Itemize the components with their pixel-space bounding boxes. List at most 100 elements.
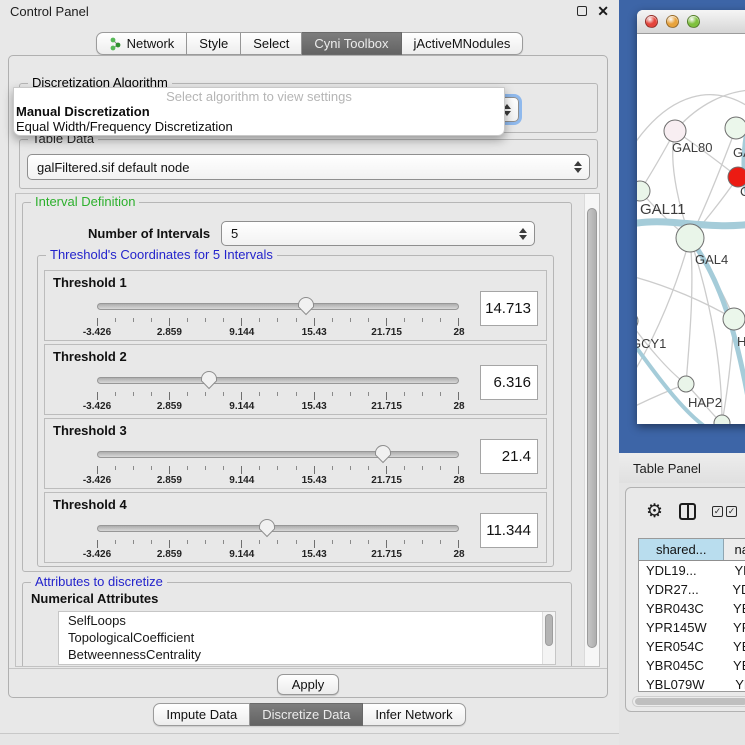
tab-label: jActiveMNodules	[414, 33, 511, 54]
table-row[interactable]: YBR045CYBR0	[639, 656, 745, 675]
tab-infer-network[interactable]: Infer Network	[363, 703, 465, 726]
float-window-icon[interactable]	[577, 6, 587, 16]
threshold-value-field[interactable]: 11.344	[480, 513, 538, 548]
table-row[interactable]: YPR145WYPR1	[639, 618, 745, 637]
network-node-label: HAP2	[688, 395, 722, 410]
cell-shared-name[interactable]: YPR145W	[639, 618, 723, 637]
cell-shared-name[interactable]: YBR043C	[639, 599, 723, 618]
tab-jactivemnodules[interactable]: jActiveMNodules	[402, 32, 524, 55]
cell-name[interactable]: YDR2	[722, 580, 745, 599]
network-node[interactable]	[725, 117, 745, 139]
attribute-list-item[interactable]: TopologicalCoefficient	[59, 629, 555, 646]
slider-thumb[interactable]	[374, 445, 392, 464]
table-hscroll-thumb[interactable]	[635, 698, 745, 705]
column-layout-icon[interactable]	[679, 503, 696, 520]
tick-label: 21.715	[371, 327, 402, 338]
network-edge[interactable]	[637, 423, 722, 424]
minimize-traffic-light-icon[interactable]	[666, 15, 679, 28]
table-row[interactable]: YBR043CYBR0	[639, 599, 745, 618]
table-panel-window: ⚙ ✓ ✓ shared... name YDL19...YDL1YDR27..…	[625, 487, 745, 712]
thresholds-group: Threshold's Coordinates for 5 Intervals …	[37, 255, 554, 567]
checkbox-icon[interactable]: ✓	[712, 506, 723, 517]
attribute-list-item[interactable]: BetweennessCentrality	[59, 646, 555, 663]
threshold-slider[interactable]: -3.4262.8599.14415.4321.71528	[97, 445, 459, 485]
tick-label: 28	[453, 401, 464, 412]
settings-scrollbar-thumb[interactable]	[587, 208, 597, 648]
control-panel: Control Panel ✕ NetworkStyleSelectCyni T…	[0, 0, 619, 745]
network-node-label: GCY1	[637, 336, 666, 351]
slider-track[interactable]	[97, 451, 459, 458]
cell-name[interactable]: YDL1	[724, 561, 745, 580]
slider-track[interactable]	[97, 303, 459, 310]
zoom-traffic-light-icon[interactable]	[687, 15, 700, 28]
algorithm-hint-option[interactable]: Select algorithm to view settings	[14, 89, 504, 104]
cell-shared-name[interactable]: YDL19...	[639, 561, 724, 580]
column-header-shared-name[interactable]: shared...	[639, 539, 724, 560]
table-row[interactable]: YDR27...YDR2	[639, 580, 745, 599]
slider-thumb[interactable]	[297, 297, 315, 316]
threshold-value-field[interactable]: 21.4	[480, 439, 538, 474]
tab-select[interactable]: Select	[241, 32, 302, 55]
slider-track[interactable]	[97, 525, 459, 532]
cell-name[interactable]: YBL0	[725, 675, 745, 692]
top-tab-bar: NetworkStyleSelectCyni Toolbox jActiveMNo…	[0, 32, 619, 55]
tick-label: 21.715	[371, 401, 402, 412]
table-row[interactable]: YBL079WYBL0	[639, 675, 745, 692]
cell-name[interactable]: YPR1	[723, 618, 745, 637]
close-traffic-light-icon[interactable]	[645, 15, 658, 28]
gear-icon[interactable]: ⚙	[646, 502, 663, 521]
column-header-name[interactable]: name	[724, 539, 745, 560]
network-node[interactable]	[723, 308, 745, 330]
cell-name[interactable]: YER0	[723, 637, 745, 656]
cell-shared-name[interactable]: YBR045C	[639, 656, 723, 675]
close-icon[interactable]: ✕	[597, 6, 609, 16]
settings-viewport: Interval Definition Number of Intervals …	[15, 193, 600, 667]
tab-cyni-toolbox[interactable]: Cyni Toolbox	[302, 32, 401, 55]
network-node[interactable]	[664, 120, 686, 142]
cyni-toolbox-panel: Discretization Algorithm Select algorith…	[8, 55, 608, 698]
apply-button[interactable]: Apply	[277, 674, 340, 695]
table-data-combo[interactable]: galFiltered.sif default node	[27, 154, 590, 180]
cell-name[interactable]: YBR0	[723, 599, 745, 618]
attributes-scrollbar[interactable]	[542, 612, 555, 664]
table-row[interactable]: YDL19...YDL1	[639, 561, 745, 580]
algorithm-option[interactable]: Equal Width/Frequency Discretization	[14, 119, 504, 134]
network-edge[interactable]	[637, 238, 690, 375]
network-edge[interactable]	[686, 238, 692, 384]
threshold-value-field[interactable]: 14.713	[480, 291, 538, 326]
algorithm-option[interactable]: Manual Discretization	[14, 104, 504, 119]
threshold-slider[interactable]: -3.4262.8599.14415.4321.71528	[97, 519, 459, 559]
slider-thumb[interactable]	[200, 371, 218, 390]
attributes-scrollbar-thumb[interactable]	[545, 614, 553, 646]
threshold-slider[interactable]: -3.4262.8599.14415.4321.71528	[97, 371, 459, 411]
network-canvas[interactable]: GAL80GACGAL11GAL4HGCY1HAP2	[637, 35, 745, 424]
threshold-box: Threshold 1 -3.4262.8599.14415.4321.71528…	[44, 270, 547, 341]
network-node[interactable]	[637, 312, 638, 330]
settings-scrollbar[interactable]	[584, 194, 599, 666]
checkbox-icon[interactable]: ✓	[726, 506, 737, 517]
tab-style[interactable]: Style	[187, 32, 241, 55]
tab-discretize-data[interactable]: Discretize Data	[250, 703, 363, 726]
threshold-label: Threshold 1	[53, 275, 127, 290]
network-node[interactable]	[676, 224, 704, 252]
network-node[interactable]	[714, 415, 730, 424]
attribute-list-item[interactable]: SelfLoops	[59, 612, 555, 629]
network-node[interactable]	[637, 181, 650, 201]
table-data-combo-value: galFiltered.sif default node	[37, 160, 189, 175]
threshold-value-field[interactable]: 6.316	[480, 365, 538, 400]
threshold-slider[interactable]: -3.4262.8599.14415.4321.71528	[97, 297, 459, 337]
network-node[interactable]	[678, 376, 694, 392]
number-of-intervals-combo[interactable]: 5	[221, 221, 535, 246]
table-horizontal-scrollbar[interactable]	[632, 696, 745, 707]
tab-network[interactable]: Network	[96, 32, 188, 55]
cell-shared-name[interactable]: YDR27...	[639, 580, 722, 599]
cell-shared-name[interactable]: YER054C	[639, 637, 723, 656]
slider-thumb[interactable]	[258, 519, 276, 538]
cell-name[interactable]: YBR0	[723, 656, 745, 675]
tab-impute-data[interactable]: Impute Data	[153, 703, 250, 726]
slider-ticks	[97, 318, 459, 327]
slider-track[interactable]	[97, 377, 459, 384]
table-row[interactable]: YER054CYER0	[639, 637, 745, 656]
cell-shared-name[interactable]: YBL079W	[639, 675, 725, 692]
algorithm-dropdown-popup: Select algorithm to view settings Manual…	[13, 87, 505, 136]
